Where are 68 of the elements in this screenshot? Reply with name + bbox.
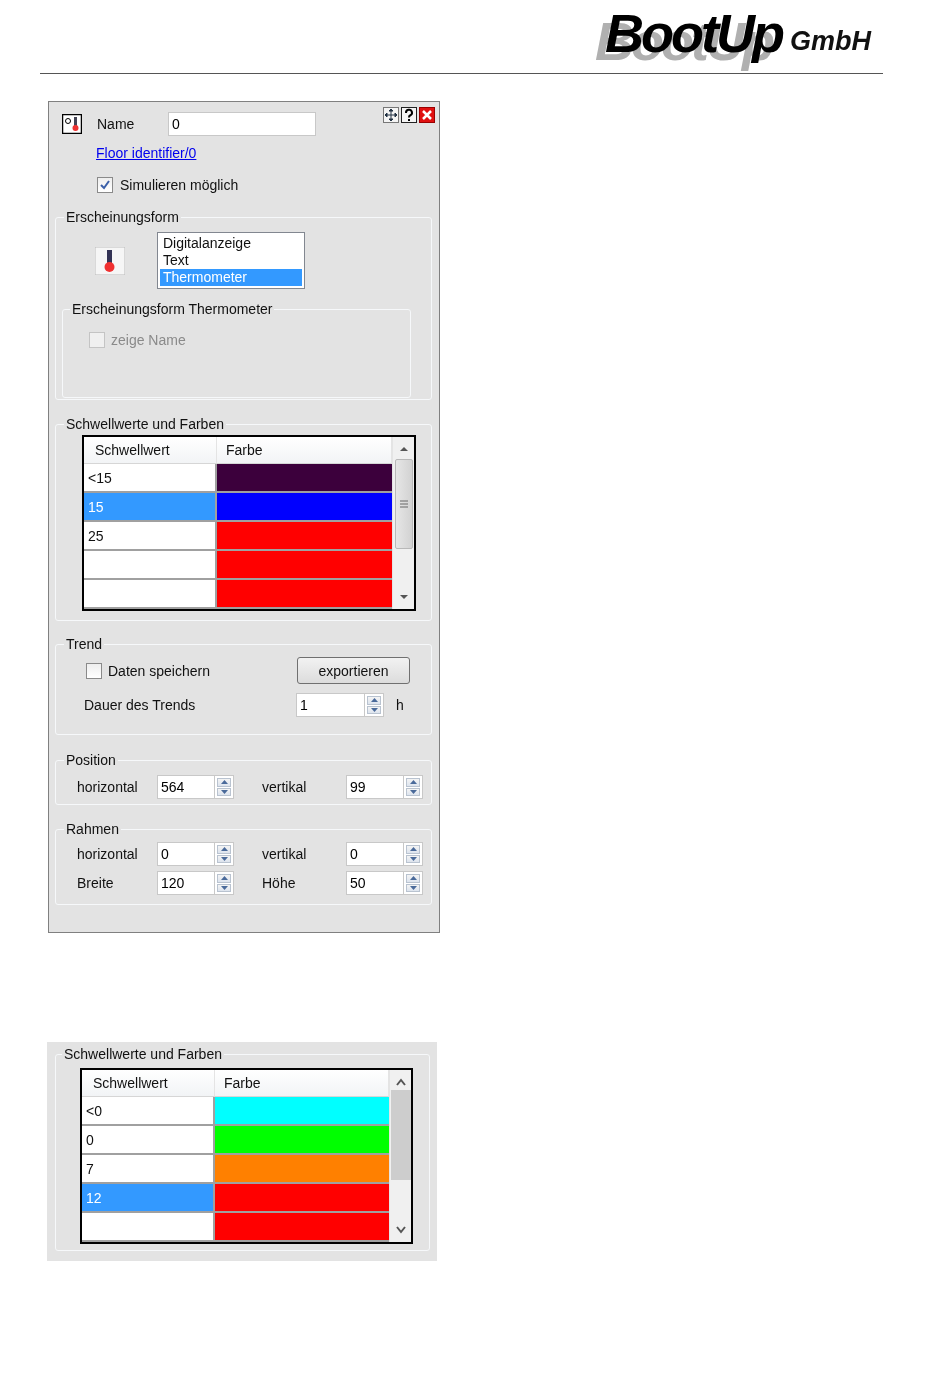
- color-swatch[interactable]: [217, 464, 392, 493]
- floor-link[interactable]: Floor identifier/0: [96, 144, 197, 162]
- name-label: Name: [97, 115, 136, 133]
- scroll-down-icon[interactable]: [398, 593, 409, 601]
- checkbox[interactable]: [97, 177, 113, 193]
- table-cell[interactable]: 0: [82, 1126, 215, 1155]
- number-field[interactable]: 120: [157, 871, 215, 895]
- table-cell[interactable]: 7: [82, 1155, 215, 1184]
- checkbox-label: Simulieren möglich: [120, 176, 239, 194]
- checkbox[interactable]: [86, 662, 102, 679]
- spin-buttons[interactable]: [404, 842, 423, 866]
- number-field[interactable]: 0: [157, 842, 215, 866]
- field-label: vertikal: [262, 845, 308, 863]
- thermometer-icon: [95, 246, 125, 275]
- spin-buttons[interactable]: [404, 871, 423, 895]
- spin-buttons[interactable]: [215, 842, 234, 866]
- spin-buttons[interactable]: [215, 871, 234, 895]
- scroll-thumb[interactable]: [394, 459, 413, 549]
- scrollbar[interactable]: [392, 437, 414, 609]
- group-title: Erscheinungsform: [64, 208, 181, 226]
- column-header[interactable]: Schwellwert: [82, 1070, 215, 1097]
- spin-buttons[interactable]: [215, 775, 234, 799]
- column-header[interactable]: Schwellwert: [84, 437, 217, 464]
- color-swatch[interactable]: [217, 580, 392, 609]
- number-field[interactable]: 564: [157, 775, 215, 799]
- move-icon[interactable]: [383, 107, 399, 123]
- field-label: vertikal: [262, 778, 308, 796]
- color-swatch[interactable]: [217, 493, 392, 522]
- field-label: Dauer des Trends: [84, 696, 197, 714]
- field-label: Breite: [77, 874, 115, 892]
- column-header[interactable]: Farbe: [215, 1070, 389, 1097]
- table-cell[interactable]: <15: [84, 464, 217, 493]
- number-field[interactable]: 0: [346, 842, 404, 866]
- export-button[interactable]: exportieren: [297, 657, 410, 684]
- color-swatch[interactable]: [215, 1097, 389, 1126]
- color-swatch[interactable]: [217, 522, 392, 551]
- help-icon[interactable]: [401, 107, 417, 123]
- unit-label: h: [396, 696, 404, 714]
- company-logo: BootUp: [605, 4, 782, 62]
- spin-buttons[interactable]: [404, 775, 423, 799]
- color-swatch[interactable]: [215, 1126, 389, 1155]
- scrollbar[interactable]: [389, 1070, 411, 1242]
- scroll-up-icon[interactable]: [398, 445, 409, 453]
- column-header[interactable]: Farbe: [217, 437, 392, 464]
- spin-buttons[interactable]: [365, 693, 384, 717]
- table-cell[interactable]: <0: [82, 1097, 215, 1126]
- checkbox-label: Daten speichern: [108, 661, 210, 680]
- scroll-thumb[interactable]: [390, 1090, 411, 1180]
- group-title: Erscheinungsform Thermometer: [70, 300, 275, 318]
- field-label: horizontal: [77, 778, 139, 796]
- appearance-list[interactable]: Digitalanzeige Text Thermometer: [157, 232, 305, 289]
- field-label: Höhe: [262, 874, 297, 892]
- number-field[interactable]: 1: [296, 693, 365, 717]
- field-label: horizontal: [77, 845, 139, 863]
- scroll-up-icon[interactable]: [395, 1078, 406, 1086]
- checkbox-label: zeige Name: [111, 331, 186, 349]
- color-swatch[interactable]: [217, 551, 392, 580]
- number-field[interactable]: 99: [346, 775, 404, 799]
- number-field[interactable]: 50: [346, 871, 404, 895]
- name-field[interactable]: 0: [168, 112, 316, 136]
- company-suffix: GmbH: [790, 26, 871, 57]
- table-cell[interactable]: 25: [84, 522, 217, 551]
- color-swatch[interactable]: [215, 1213, 389, 1242]
- color-swatch[interactable]: [215, 1155, 389, 1184]
- sensor-icon: [62, 114, 82, 134]
- scroll-down-icon[interactable]: [395, 1226, 406, 1234]
- color-swatch[interactable]: [215, 1184, 389, 1213]
- close-icon[interactable]: [419, 107, 435, 123]
